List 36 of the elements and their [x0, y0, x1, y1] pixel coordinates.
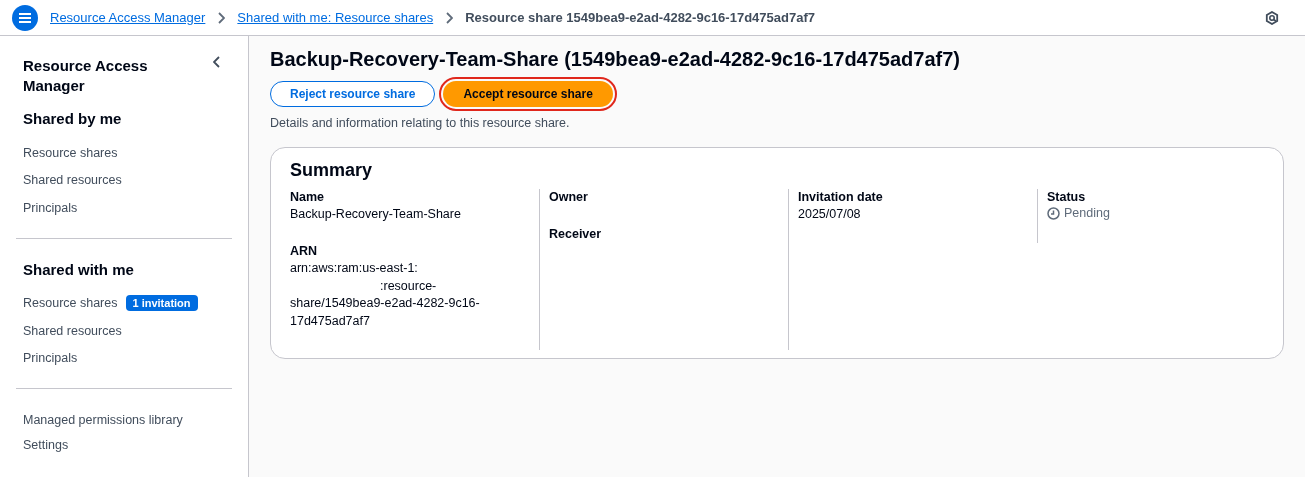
breadcrumb-link[interactable]: Shared with me: Resource shares: [237, 10, 434, 25]
chevron-right-icon: [217, 11, 226, 24]
sidebar-item[interactable]: Principals: [23, 200, 78, 215]
reject-button[interactable]: Reject resource share: [270, 81, 436, 107]
invitation-badge: 1 invitation: [125, 295, 198, 312]
field-label: Invitation date: [798, 189, 884, 206]
field-label: ARN: [290, 243, 319, 260]
card-title: Summary: [290, 160, 374, 181]
field-value: arn:aws:ram:us-east-1: :resource-share/1549bea9-e2ad-4282-9c16-17d475ad7af7: [290, 260, 481, 330]
section-heading: Shared by me: [23, 110, 123, 127]
page-title: Backup-Recovery-Team-Share (1549bea9-e2ad-4282-9c16-17d475ad7af7): [270, 48, 961, 71]
sidebar-item[interactable]: Settings: [23, 437, 69, 452]
sidebar-item[interactable]: Principals: [23, 351, 78, 366]
menu-icon: [19, 12, 31, 23]
hexagon-icon: [1265, 10, 1279, 25]
sidebar-title: Resource Access Manager: [23, 56, 149, 96]
field-label: Owner: [549, 189, 589, 206]
sidebar-item[interactable]: Managed permissions library: [23, 412, 183, 427]
chevron-left-icon: [213, 56, 221, 68]
field-value: 2025/07/08: [798, 206, 862, 223]
field-label: Name: [290, 189, 326, 206]
sidebar-item[interactable]: Shared resources: [23, 173, 122, 188]
breadcrumb-link[interactable]: Resource Access Manager: [50, 10, 206, 25]
clock-icon: [1047, 206, 1060, 220]
breadcrumb-current: Resource share 1549bea9-e2ad-4282-9c16-17d475ad7af7: [465, 10, 815, 25]
sidebar-item[interactable]: Resource shares: [23, 296, 118, 311]
chevron-right-icon: [445, 11, 454, 24]
status-text: Pending: [1064, 206, 1110, 220]
field-value: Backup-Recovery-Team-Share: [290, 206, 462, 223]
field-label: Receiver: [549, 226, 603, 243]
section-heading: Shared with me: [23, 260, 135, 278]
sidebar-item[interactable]: Resource shares: [23, 145, 118, 160]
menu-button[interactable]: [12, 4, 38, 31]
field-label: Status: [1047, 189, 1087, 206]
sidebar-item[interactable]: Shared resources: [23, 323, 122, 338]
page-description: Details and information relating to this resource share.: [270, 116, 571, 130]
